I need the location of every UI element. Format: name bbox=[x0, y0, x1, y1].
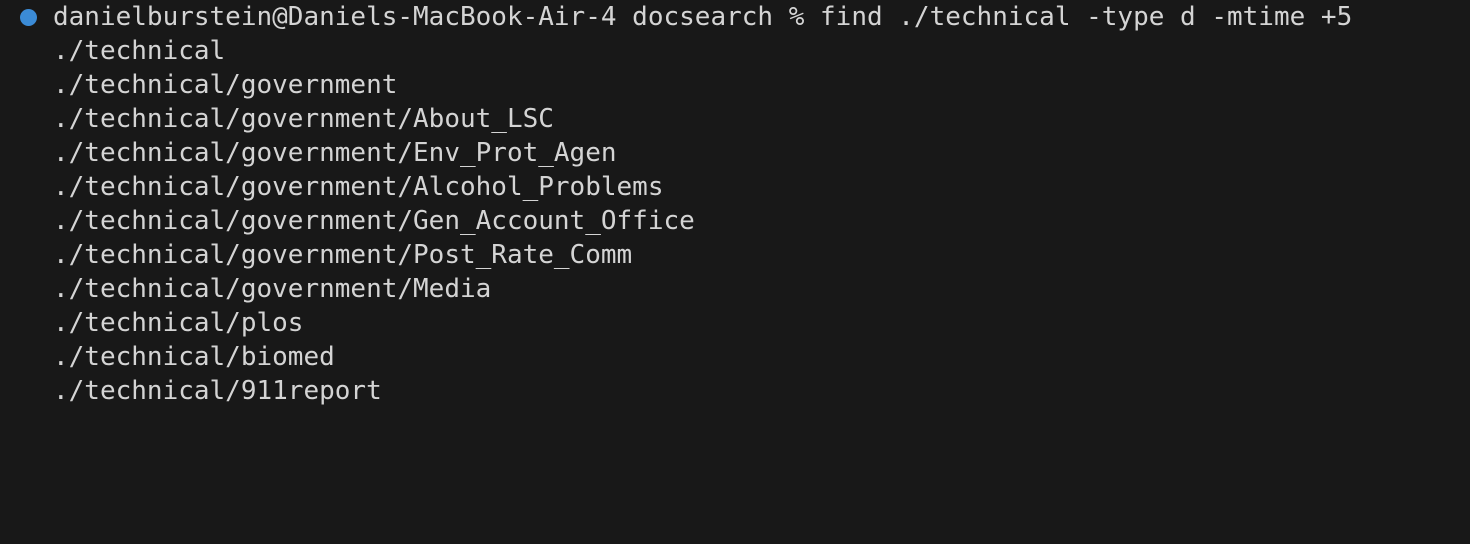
command-status-icon bbox=[20, 9, 37, 26]
shell-prompt: danielburstein@Daniels-MacBook-Air-4 doc… bbox=[53, 2, 821, 32]
output-line: ./technical/911report bbox=[53, 376, 382, 406]
output-line: ./technical/government/Alcohol_Problems bbox=[53, 172, 664, 202]
terminal-panel[interactable]: danielburstein@Daniels-MacBook-Air-4 doc… bbox=[0, 0, 1470, 408]
output-line: ./technical/government/Media bbox=[53, 274, 492, 304]
output-line: ./technical/plos bbox=[53, 308, 304, 338]
output-line: ./technical/government bbox=[53, 70, 398, 100]
output-line: ./technical/biomed bbox=[53, 342, 335, 372]
output-line: ./technical bbox=[53, 36, 226, 66]
command-line: danielburstein@Daniels-MacBook-Air-4 doc… bbox=[53, 0, 1352, 34]
output-line: ./technical/government/Post_Rate_Comm bbox=[53, 240, 633, 270]
output-line: ./technical/government/Env_Prot_Agen bbox=[53, 138, 617, 168]
command-text: find ./technical -type d -mtime +5 bbox=[820, 2, 1353, 32]
output-line: ./technical/government/Gen_Account_Offic… bbox=[53, 206, 695, 236]
output-line: ./technical/government/About_LSC bbox=[53, 104, 554, 134]
